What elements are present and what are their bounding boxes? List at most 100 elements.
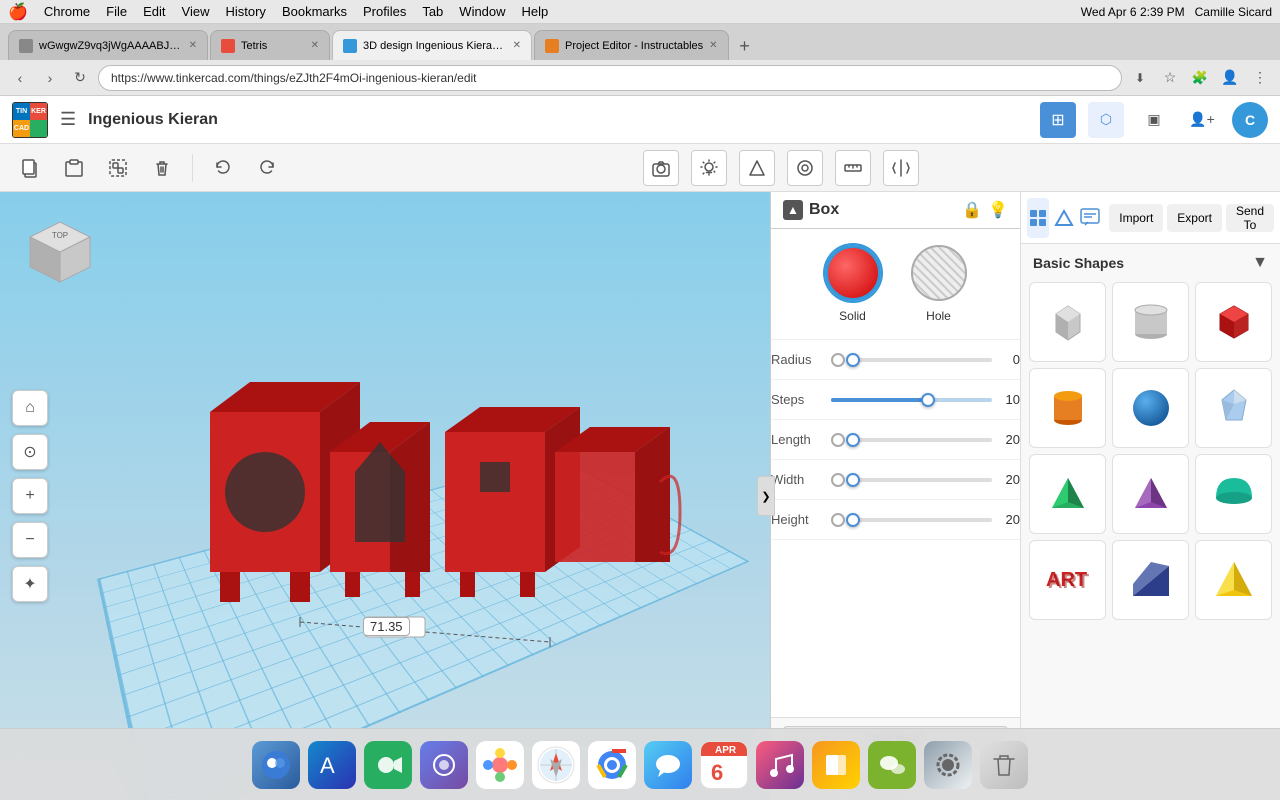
menu-help[interactable]: Help	[522, 4, 549, 19]
shape-button[interactable]	[739, 150, 775, 186]
bookmark-button[interactable]: ☆	[1158, 66, 1182, 90]
profile-button[interactable]: 👤	[1218, 66, 1242, 90]
shape-item-3d-text[interactable]: ART ART	[1029, 540, 1106, 620]
dock-finder[interactable]	[250, 739, 302, 791]
redo-button[interactable]	[249, 150, 285, 186]
solid-option[interactable]: Solid	[825, 245, 881, 323]
canvas-area[interactable]: 71.35 TOP ⌂ ⊙ + − ✦	[0, 192, 770, 800]
camera-button[interactable]	[643, 150, 679, 186]
shapes-tab-angle[interactable]	[1053, 198, 1075, 238]
menu-dots-button[interactable]: ⋮	[1248, 66, 1272, 90]
shape-item-half-sphere[interactable]	[1195, 454, 1272, 534]
panel-collapse-button[interactable]: ❯	[757, 476, 775, 516]
radius-dot[interactable]	[831, 353, 845, 367]
radius-control[interactable]	[831, 353, 992, 367]
tab-3-close[interactable]: ✕	[513, 40, 521, 51]
height-dot[interactable]	[831, 513, 845, 527]
panel-toggle-button[interactable]: ▲	[783, 200, 803, 220]
height-control[interactable]	[831, 513, 992, 527]
shape-item-green-pyramid[interactable]	[1029, 454, 1106, 534]
export-button[interactable]: Export	[1167, 204, 1222, 232]
dock-appstore[interactable]: A	[306, 739, 358, 791]
dock-books[interactable]	[810, 739, 862, 791]
align-button[interactable]	[787, 150, 823, 186]
paste-button[interactable]	[56, 150, 92, 186]
delete-button[interactable]	[144, 150, 180, 186]
radius-track[interactable]	[853, 358, 992, 362]
height-track[interactable]	[853, 518, 992, 522]
shape-item-worn-box[interactable]	[1029, 282, 1106, 362]
dock-settings[interactable]	[922, 739, 974, 791]
send-to-button[interactable]: Send To	[1226, 204, 1274, 232]
tab-2-close[interactable]: ✕	[311, 40, 319, 51]
compass-button[interactable]: ✦	[12, 566, 48, 602]
shape-item-red-cube[interactable]	[1195, 282, 1272, 362]
menu-tab[interactable]: Tab	[422, 4, 443, 19]
extensions-button[interactable]: 🧩	[1188, 66, 1212, 90]
zoom-in-button[interactable]: +	[12, 478, 48, 514]
shape-item-cylinder-orange[interactable]	[1029, 368, 1106, 448]
dock-wechat[interactable]	[866, 739, 918, 791]
dock-siri[interactable]	[418, 739, 470, 791]
tab-2[interactable]: Tetris ✕	[210, 30, 330, 60]
shape-item-sphere-blue[interactable]	[1112, 368, 1189, 448]
shape-item-wedge[interactable]	[1112, 540, 1189, 620]
width-track[interactable]	[853, 478, 992, 482]
dock-music[interactable]	[754, 739, 806, 791]
dock-messages[interactable]	[642, 739, 694, 791]
radius-thumb[interactable]	[846, 353, 860, 367]
mirror-button[interactable]	[883, 150, 919, 186]
add-user-button[interactable]: 👤+	[1184, 102, 1220, 138]
user-avatar[interactable]: C	[1232, 102, 1268, 138]
length-dot[interactable]	[831, 433, 845, 447]
hamburger-menu[interactable]: ☰	[60, 109, 76, 130]
import-button[interactable]: Import	[1109, 204, 1163, 232]
menu-window[interactable]: Window	[459, 4, 505, 19]
home-button[interactable]: ⌂	[12, 390, 48, 426]
width-thumb[interactable]	[846, 473, 860, 487]
shape-item-cylinder-gray[interactable]	[1112, 282, 1189, 362]
apple-menu[interactable]: 🍎	[8, 2, 28, 22]
menu-view[interactable]: View	[182, 4, 210, 19]
address-input[interactable]: https://www.tinkercad.com/things/eZJth2F…	[98, 65, 1122, 91]
tab-4-close[interactable]: ✕	[709, 40, 717, 51]
light-button[interactable]	[691, 150, 727, 186]
tab-1-close[interactable]: ✕	[189, 40, 197, 51]
shape-item-yellow-pyramid[interactable]	[1195, 540, 1272, 620]
dock-safari[interactable]	[530, 739, 582, 791]
undo-button[interactable]	[205, 150, 241, 186]
length-control[interactable]	[831, 433, 992, 447]
forward-button[interactable]: ›	[38, 66, 62, 90]
group-button[interactable]	[100, 150, 136, 186]
reload-button[interactable]: ↻	[68, 66, 92, 90]
menu-file[interactable]: File	[106, 4, 127, 19]
back-button[interactable]: ‹	[8, 66, 32, 90]
shapes-category-dropdown[interactable]: ▼	[1252, 254, 1268, 272]
length-thumb[interactable]	[846, 433, 860, 447]
width-control[interactable]	[831, 473, 992, 487]
tab-1[interactable]: wGwgwZ9vq3jWgAAAABJRU... ✕	[8, 30, 208, 60]
fit-button[interactable]: ⊙	[12, 434, 48, 470]
hole-option[interactable]: Hole	[911, 245, 967, 323]
dock-photos[interactable]	[474, 739, 526, 791]
view-wireframe-button[interactable]: ⬡	[1088, 102, 1124, 138]
shape-item-purple-pyramid[interactable]	[1112, 454, 1189, 534]
dock-chrome[interactable]	[586, 739, 638, 791]
length-track[interactable]	[853, 438, 992, 442]
shape-item-crystal[interactable]	[1195, 368, 1272, 448]
ruler-button[interactable]	[835, 150, 871, 186]
steps-control[interactable]	[831, 398, 992, 402]
dock-facetime[interactable]	[362, 739, 414, 791]
menu-edit[interactable]: Edit	[143, 4, 165, 19]
height-thumb[interactable]	[846, 513, 860, 527]
zoom-out-button[interactable]: −	[12, 522, 48, 558]
steps-track[interactable]	[831, 398, 992, 402]
menu-profiles[interactable]: Profiles	[363, 4, 406, 19]
download-button[interactable]: ⬇	[1128, 66, 1152, 90]
shapes-tab-grid[interactable]	[1027, 198, 1049, 238]
shapes-tab-comment[interactable]	[1079, 198, 1101, 238]
tab-4[interactable]: Project Editor - Instructables ✕	[534, 30, 729, 60]
menu-bookmarks[interactable]: Bookmarks	[282, 4, 347, 19]
menu-chrome[interactable]: Chrome	[44, 4, 90, 19]
menu-history[interactable]: History	[225, 4, 265, 19]
